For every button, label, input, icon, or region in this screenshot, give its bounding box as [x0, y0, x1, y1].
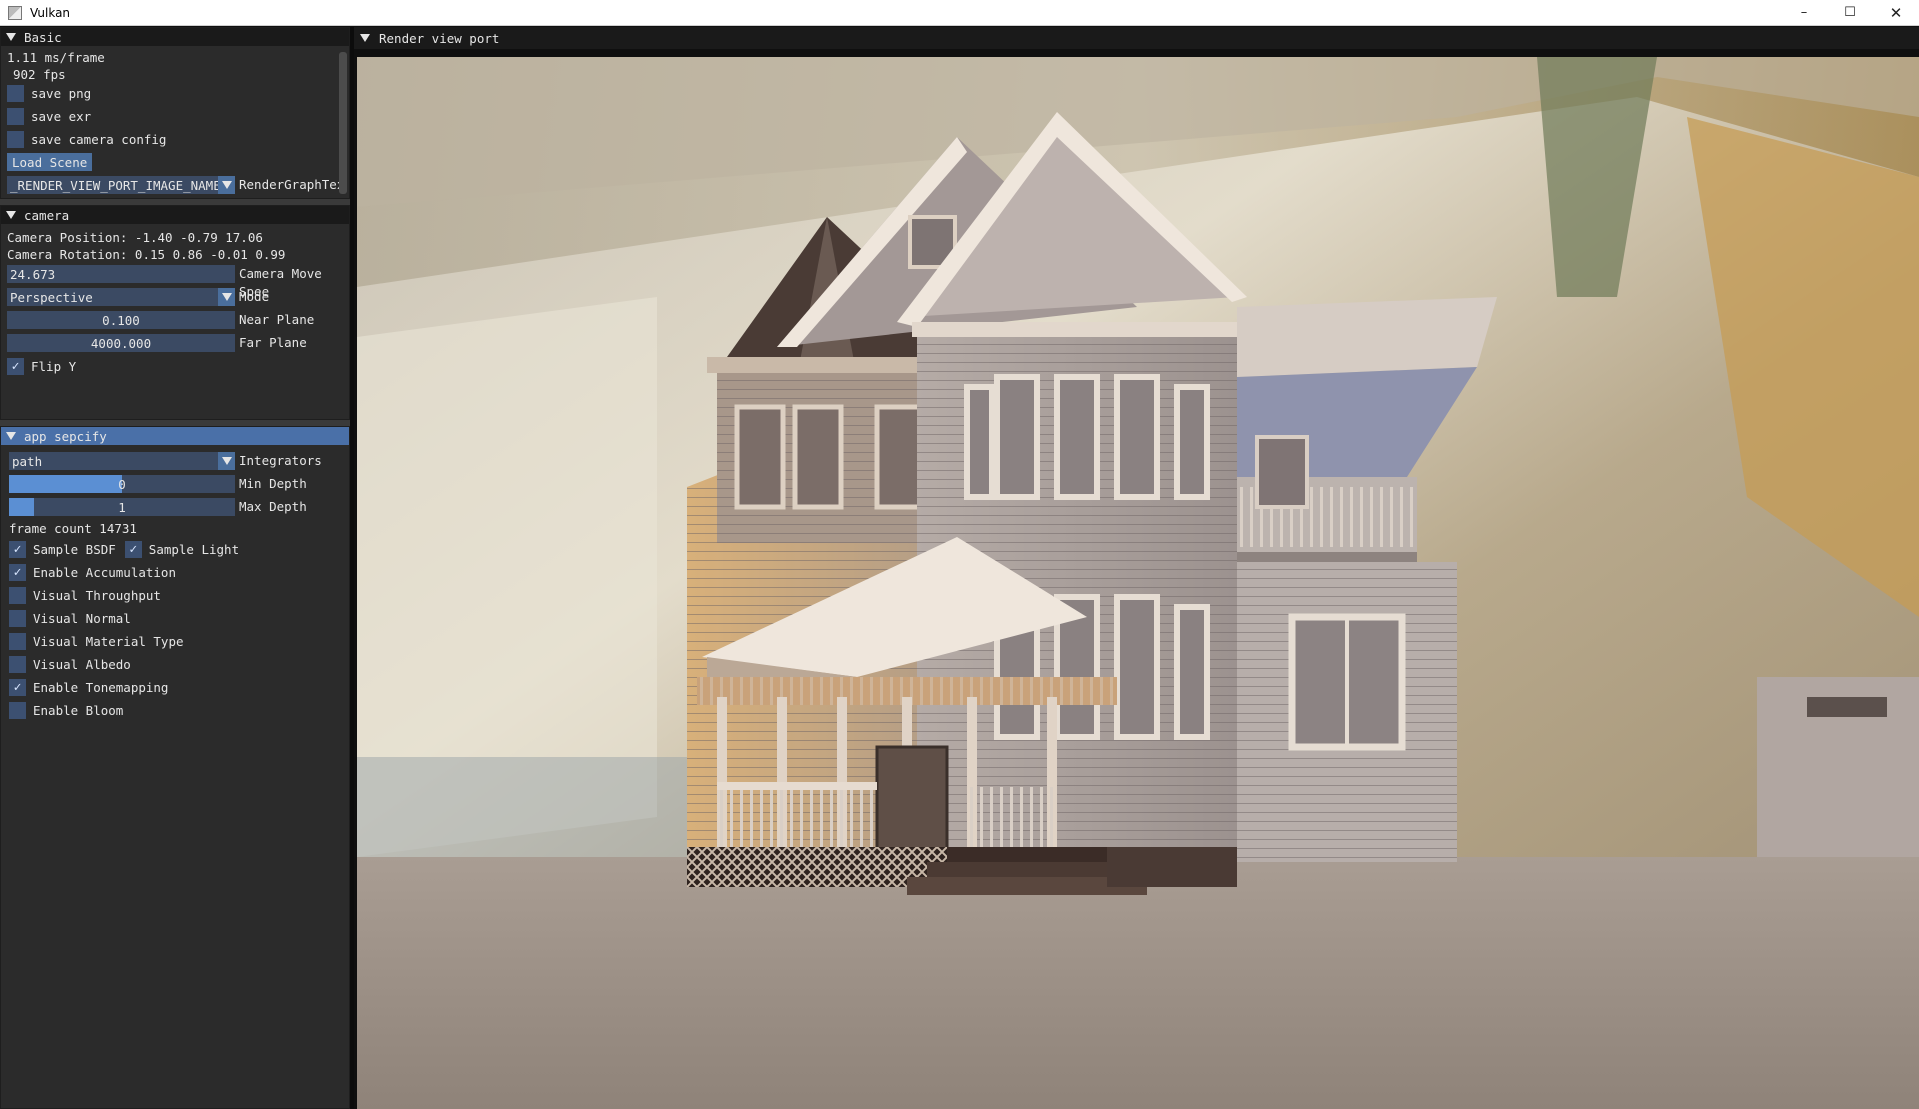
save-png-row[interactable]: save png — [7, 84, 91, 102]
save-png-label: save png — [31, 85, 92, 101]
mode-label: Mode — [239, 289, 270, 304]
sample-row: ✓ Sample BSDF ✓ Sample Light — [9, 540, 239, 558]
camera-window: camera Camera Position: -1.40 -0.79 17.0… — [0, 205, 350, 420]
save-camera-config-row[interactable]: save camera config — [7, 130, 166, 148]
min-depth-row: 0 — [9, 475, 235, 493]
move-speed-row: 24.673 — [7, 265, 235, 283]
close-button[interactable]: ✕ — [1873, 0, 1919, 26]
panel-divider[interactable] — [350, 27, 354, 1109]
visual-material-type-checkbox[interactable] — [9, 632, 26, 650]
image-combo-row: _RENDER_VIEW_PORT_IMAGE_NAME_ — [7, 176, 235, 194]
rendered-house-image — [357, 57, 1919, 1109]
sample-light-checkbox[interactable]: ✓ — [124, 540, 142, 558]
enable-accumulation-row[interactable]: ✓ Enable Accumulation — [9, 563, 176, 581]
collapse-arrow-icon[interactable] — [6, 211, 16, 219]
collapse-arrow-icon[interactable] — [360, 34, 370, 42]
max-depth-slider[interactable]: 1 — [9, 498, 235, 516]
fps-text: 902 fps — [13, 66, 66, 82]
camera-header[interactable]: camera — [1, 206, 349, 224]
min-depth-label: Min Depth — [239, 476, 307, 491]
max-depth-label: Max Depth — [239, 499, 307, 514]
minimize-button[interactable]: – — [1781, 0, 1827, 26]
enable-accumulation-checkbox[interactable]: ✓ — [9, 563, 26, 581]
mode-row: Perspective — [7, 288, 235, 306]
visual-normal-label: Visual Normal — [33, 610, 131, 626]
load-scene-button[interactable]: Load Scene — [7, 153, 93, 171]
visual-material-type-row[interactable]: Visual Material Type — [9, 632, 184, 650]
near-plane-label: Near Plane — [239, 312, 315, 327]
visual-albedo-label: Visual Albedo — [33, 656, 131, 672]
save-camera-config-label: save camera config — [31, 131, 167, 147]
enable-tonemapping-label: Enable Tonemapping — [33, 679, 169, 695]
collapse-arrow-icon[interactable] — [6, 432, 16, 440]
visual-albedo-row[interactable]: Visual Albedo — [9, 655, 131, 673]
move-speed-label: Camera Move Spee — [239, 266, 322, 299]
title-bar: Vulkan – ☐ ✕ — [0, 0, 1919, 26]
sample-light-label: Sample Light — [148, 541, 240, 557]
combo-arrow-icon[interactable] — [218, 288, 235, 306]
window-title: Vulkan — [30, 5, 71, 20]
visual-material-type-label: Visual Material Type — [33, 633, 184, 649]
enable-bloom-row[interactable]: Enable Bloom — [9, 701, 123, 719]
integrator-combo[interactable]: path — [9, 452, 235, 470]
flip-y-row[interactable]: ✓ Flip Y — [7, 357, 76, 375]
flip-y-checkbox[interactable]: ✓ — [7, 357, 24, 375]
visual-albedo-checkbox[interactable] — [9, 655, 26, 673]
far-plane-label: Far Plane — [239, 335, 307, 350]
frame-count-text: frame count 14731 — [9, 520, 137, 536]
combo-arrow-icon[interactable] — [218, 452, 235, 470]
visual-normal-checkbox[interactable] — [9, 609, 26, 627]
basic-header[interactable]: Basic — [1, 28, 349, 46]
basic-scrollbar[interactable] — [339, 52, 347, 194]
load-scene-row: Load Scene — [7, 153, 93, 171]
visual-throughput-row[interactable]: Visual Throughput — [9, 586, 161, 604]
basic-header-label: Basic — [24, 29, 62, 45]
image-combo-value: _RENDER_VIEW_PORT_IMAGE_NAME_ — [10, 177, 229, 193]
far-plane-row: 4000.000 — [7, 334, 235, 352]
maximize-button[interactable]: ☐ — [1827, 0, 1873, 26]
collapse-arrow-icon[interactable] — [6, 33, 16, 41]
enable-bloom-label: Enable Bloom — [33, 702, 124, 718]
integrator-label: Integrators — [239, 453, 322, 468]
save-exr-checkbox[interactable] — [7, 107, 24, 125]
sample-bsdf-checkbox[interactable]: ✓ — [9, 540, 26, 558]
render-viewport-title: Render view port — [379, 30, 500, 46]
app-specify-header[interactable]: app sepcify — [1, 427, 349, 445]
move-speed-input[interactable]: 24.673 — [7, 265, 235, 283]
enable-tonemapping-checkbox[interactable]: ✓ — [9, 678, 26, 696]
save-exr-row[interactable]: save exr — [7, 107, 91, 125]
basic-window: Basic 1.11 ms/frame 902 fps save png sav… — [0, 27, 350, 199]
image-combo[interactable]: _RENDER_VIEW_PORT_IMAGE_NAME_ — [7, 176, 235, 194]
combo-arrow-icon[interactable] — [218, 176, 235, 194]
image-combo-label: RenderGraphTex — [239, 177, 345, 192]
enable-bloom-checkbox[interactable] — [9, 701, 26, 719]
sample-bsdf-label: Sample BSDF — [33, 541, 116, 557]
min-depth-slider[interactable]: 0 — [9, 475, 235, 493]
far-plane-input[interactable]: 4000.000 — [7, 334, 235, 352]
max-depth-row: 1 — [9, 498, 235, 516]
visual-normal-row[interactable]: Visual Normal — [9, 609, 131, 627]
mode-combo[interactable]: Perspective — [7, 288, 235, 306]
left-panel: Basic 1.11 ms/frame 902 fps save png sav… — [0, 27, 350, 1109]
render-viewport-header[interactable]: Render view port — [354, 27, 1919, 49]
camera-rotation-text: Camera Rotation: 0.15 0.86 -0.01 0.99 — [7, 246, 286, 262]
render-viewport[interactable] — [357, 57, 1919, 1109]
visual-throughput-label: Visual Throughput — [33, 587, 161, 603]
near-plane-input[interactable]: 0.100 — [7, 311, 235, 329]
ms-frame-text: 1.11 ms/frame — [7, 49, 105, 65]
visual-throughput-checkbox[interactable] — [9, 586, 26, 604]
save-exr-label: save exr — [31, 108, 92, 124]
camera-position-text: Camera Position: -1.40 -0.79 17.06 — [7, 229, 263, 245]
near-plane-row: 0.100 — [7, 311, 235, 329]
save-png-checkbox[interactable] — [7, 84, 24, 102]
integrator-row: path — [9, 452, 235, 470]
save-camera-config-checkbox[interactable] — [7, 130, 24, 148]
flip-y-label: Flip Y — [31, 358, 77, 374]
app-icon — [8, 5, 22, 20]
camera-header-label: camera — [24, 207, 70, 223]
enable-accumulation-label: Enable Accumulation — [33, 564, 176, 580]
app-specify-window: app sepcify path Integrators 0 Min Depth… — [0, 426, 350, 1109]
app-specify-header-label: app sepcify — [24, 428, 107, 444]
enable-tonemapping-row[interactable]: ✓ Enable Tonemapping — [9, 678, 168, 696]
